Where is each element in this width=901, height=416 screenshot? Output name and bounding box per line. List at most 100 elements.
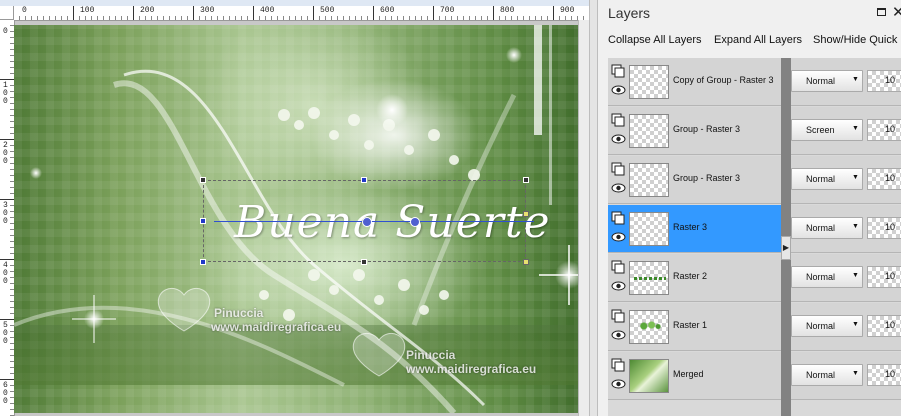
layer-name: Merged xyxy=(673,369,704,379)
opacity-slider[interactable]: 10 xyxy=(867,364,901,386)
layer-type-icon[interactable] xyxy=(611,309,625,323)
layer-type-icon[interactable] xyxy=(611,64,625,78)
blend-mode-dropdown[interactable]: Screen ▼ xyxy=(791,119,863,141)
opacity-slider[interactable]: 10 xyxy=(867,70,901,92)
heart-watermark-icon xyxy=(352,333,406,377)
visibility-eye-icon[interactable] xyxy=(611,182,626,194)
layer-thumbnail xyxy=(629,359,669,393)
opacity-value: 10 xyxy=(885,124,896,134)
layer-row[interactable]: Raster 1 xyxy=(608,303,781,351)
visibility-eye-icon[interactable] xyxy=(611,329,626,341)
image-workspace[interactable]: 0 100 200 300 400 500 600 700 800 900 0 … xyxy=(0,0,589,416)
layer-thumbnail xyxy=(629,65,669,99)
visibility-eye-icon[interactable] xyxy=(611,280,626,292)
layer-type-icon[interactable] xyxy=(611,162,625,176)
layer-icons xyxy=(611,162,627,200)
rotation-center-handle[interactable] xyxy=(362,217,372,227)
layer-row[interactable]: Group - Raster 3 xyxy=(608,156,781,204)
horizontal-ruler: 0 100 200 300 400 500 600 700 800 900 xyxy=(14,6,589,21)
visibility-eye-icon[interactable] xyxy=(611,133,626,145)
blend-mode-value: Normal xyxy=(806,76,836,86)
layer-properties-row: Normal ▼ 10 xyxy=(791,156,901,204)
sparkle xyxy=(506,47,522,63)
layer-type-icon[interactable] xyxy=(611,113,625,127)
layer-icons xyxy=(611,260,627,298)
layer-properties-row: Screen ▼ 10 xyxy=(791,107,901,155)
visibility-eye-icon[interactable] xyxy=(611,378,626,390)
ruler-label: 600 xyxy=(380,6,395,15)
resize-handle-left[interactable] xyxy=(200,218,206,224)
resize-handle-top-right[interactable] xyxy=(523,177,529,183)
panel-divider[interactable] xyxy=(589,0,598,416)
blend-mode-dropdown[interactable]: Normal ▼ xyxy=(791,168,863,190)
opacity-slider[interactable]: 10 xyxy=(867,168,901,190)
opacity-value: 10 xyxy=(885,320,896,330)
layer-thumbnail xyxy=(629,212,669,246)
layer-icons xyxy=(611,64,627,102)
vertical-scrollbar[interactable] xyxy=(578,20,589,416)
expand-all-layers-button[interactable]: Expand All Layers xyxy=(714,34,802,46)
layer-row[interactable]: Copy of Group - Raster 3 xyxy=(608,58,781,106)
ruler-label: 600 xyxy=(3,381,8,406)
opacity-slider[interactable]: 10 xyxy=(867,315,901,337)
layer-name: Raster 2 xyxy=(673,271,708,281)
layer-icons xyxy=(611,211,627,249)
layer-thumbnail xyxy=(629,163,669,197)
layer-row[interactable]: Group - Raster 3 xyxy=(608,107,781,155)
ruler-corner xyxy=(0,6,14,20)
layer-thumbnail xyxy=(629,114,669,148)
chevron-down-icon: ▼ xyxy=(852,370,859,377)
light-beam xyxy=(549,25,552,205)
layer-properties-row: Normal ▼ 10 xyxy=(791,254,901,302)
layer-row[interactable]: Raster 2 xyxy=(608,254,781,302)
ruler-label: 100 xyxy=(3,81,8,106)
layer-type-icon[interactable] xyxy=(611,358,625,372)
panel-header: Layers ✕ xyxy=(598,0,901,26)
layer-thumbnail xyxy=(629,261,669,295)
resize-handle-bottom[interactable] xyxy=(361,259,367,265)
watermark-name: Pinuccia xyxy=(214,306,264,320)
blend-mode-dropdown[interactable]: Normal ▼ xyxy=(791,364,863,386)
layer-icons xyxy=(611,113,627,151)
resize-handle-bottom-left[interactable] xyxy=(200,259,206,265)
chevron-down-icon: ▼ xyxy=(852,223,859,230)
rotation-handle[interactable] xyxy=(410,217,420,227)
blend-mode-dropdown[interactable]: Normal ▼ xyxy=(791,217,863,239)
layers-toolbar: Collapse All Layers Expand All Layers Sh… xyxy=(598,30,901,54)
opacity-slider[interactable]: 10 xyxy=(867,266,901,288)
expand-arrow-icon[interactable]: ▶ xyxy=(781,236,791,260)
layer-name: Copy of Group - Raster 3 xyxy=(673,75,774,85)
ruler-label: 500 xyxy=(3,321,8,346)
resize-handle-top[interactable] xyxy=(361,177,367,183)
layer-name: Raster 3 xyxy=(673,222,708,232)
show-hide-quick-button[interactable]: Show/Hide Quick xyxy=(813,34,897,46)
blend-mode-value: Normal xyxy=(806,223,836,233)
resize-handle-right[interactable] xyxy=(523,211,529,217)
watermark: Pinuccia www.maidiregrafica.eu xyxy=(406,348,536,376)
layer-row[interactable]: Raster 3 xyxy=(608,205,781,253)
ruler-label: 300 xyxy=(200,6,215,15)
layer-type-icon[interactable] xyxy=(611,211,625,225)
layer-type-icon[interactable] xyxy=(611,260,625,274)
opacity-slider[interactable]: 10 xyxy=(867,119,901,141)
collapse-all-layers-button[interactable]: Collapse All Layers xyxy=(608,34,702,46)
blend-mode-dropdown[interactable]: Normal ▼ xyxy=(791,266,863,288)
layer-row[interactable]: Merged xyxy=(608,352,781,400)
visibility-eye-icon[interactable] xyxy=(611,231,626,243)
ruler-label: 800 xyxy=(500,6,515,15)
restore-icon[interactable] xyxy=(877,8,886,16)
image-canvas[interactable]: Buena Suerte Pinuccia www.maidiregrafica… xyxy=(14,25,587,413)
blend-mode-value: Normal xyxy=(806,370,836,380)
watermark: Pinuccia www.maidiregrafica.eu xyxy=(211,306,341,334)
blend-mode-dropdown[interactable]: Normal ▼ xyxy=(791,315,863,337)
watermark-name: Pinuccia xyxy=(406,348,456,362)
opacity-value: 10 xyxy=(885,173,896,183)
resize-handle-top-left[interactable] xyxy=(200,177,206,183)
close-icon[interactable]: ✕ xyxy=(892,3,901,21)
opacity-slider[interactable]: 10 xyxy=(867,217,901,239)
layer-icons xyxy=(611,358,627,396)
resize-handle-bottom-right[interactable] xyxy=(523,259,529,265)
rotation-pivot-line[interactable] xyxy=(214,221,534,222)
visibility-eye-icon[interactable] xyxy=(611,84,626,96)
blend-mode-dropdown[interactable]: Normal ▼ xyxy=(791,70,863,92)
